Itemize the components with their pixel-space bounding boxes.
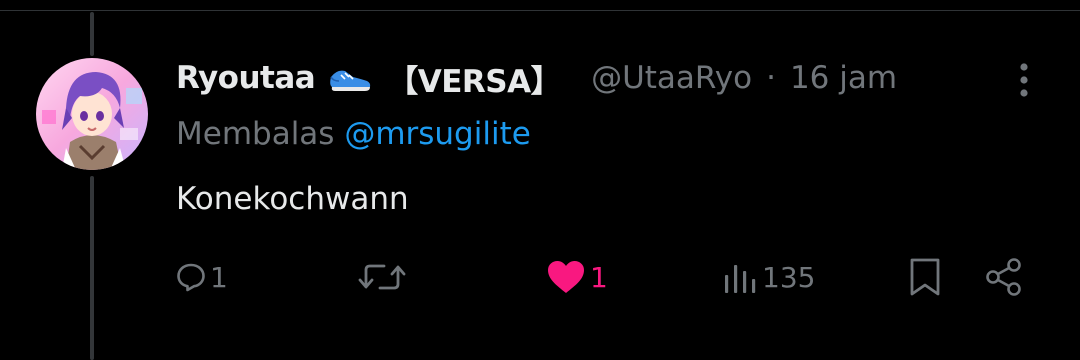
heart-icon (546, 259, 586, 295)
handle[interactable]: @UtaaRyo (591, 60, 752, 96)
thread-line-top (90, 12, 94, 56)
reply-mention-link[interactable]: @mrsugilite (344, 116, 530, 152)
views-icon (722, 259, 758, 295)
bookmark-icon (908, 257, 942, 297)
more-vertical-icon[interactable] (1008, 60, 1040, 100)
reply-context: Membalas @mrsugilite (176, 116, 531, 152)
display-name[interactable]: Ryoutaa (176, 60, 316, 96)
reply-button[interactable]: 1 (176, 250, 228, 304)
name-tag[interactable]: 【VERSA】 (387, 56, 561, 101)
share-button[interactable] (984, 250, 1024, 304)
share-icon (984, 257, 1024, 297)
retweet-button[interactable] (358, 250, 406, 304)
tweet-header: Ryoutaa 【VERSA】 @UtaaRyo · 16 jam (176, 56, 897, 100)
retweet-icon (358, 260, 406, 294)
views-button[interactable]: 135 (722, 250, 815, 304)
like-count: 1 (590, 260, 608, 294)
tweet-text: Konekochwann (176, 181, 409, 217)
separator-dot: · (766, 60, 776, 96)
like-button[interactable]: 1 (546, 250, 608, 304)
reply-count: 1 (210, 260, 228, 294)
view-count: 135 (762, 260, 816, 294)
reply-prefix: Membalas (176, 116, 335, 152)
avatar[interactable] (36, 58, 148, 170)
reply-icon (176, 262, 206, 292)
top-divider (0, 10, 1080, 11)
running-shoe-icon (327, 63, 373, 93)
timestamp[interactable]: 16 jam (790, 60, 897, 96)
bookmark-button[interactable] (908, 250, 942, 304)
action-bar: 1 1 135 (0, 250, 1080, 304)
